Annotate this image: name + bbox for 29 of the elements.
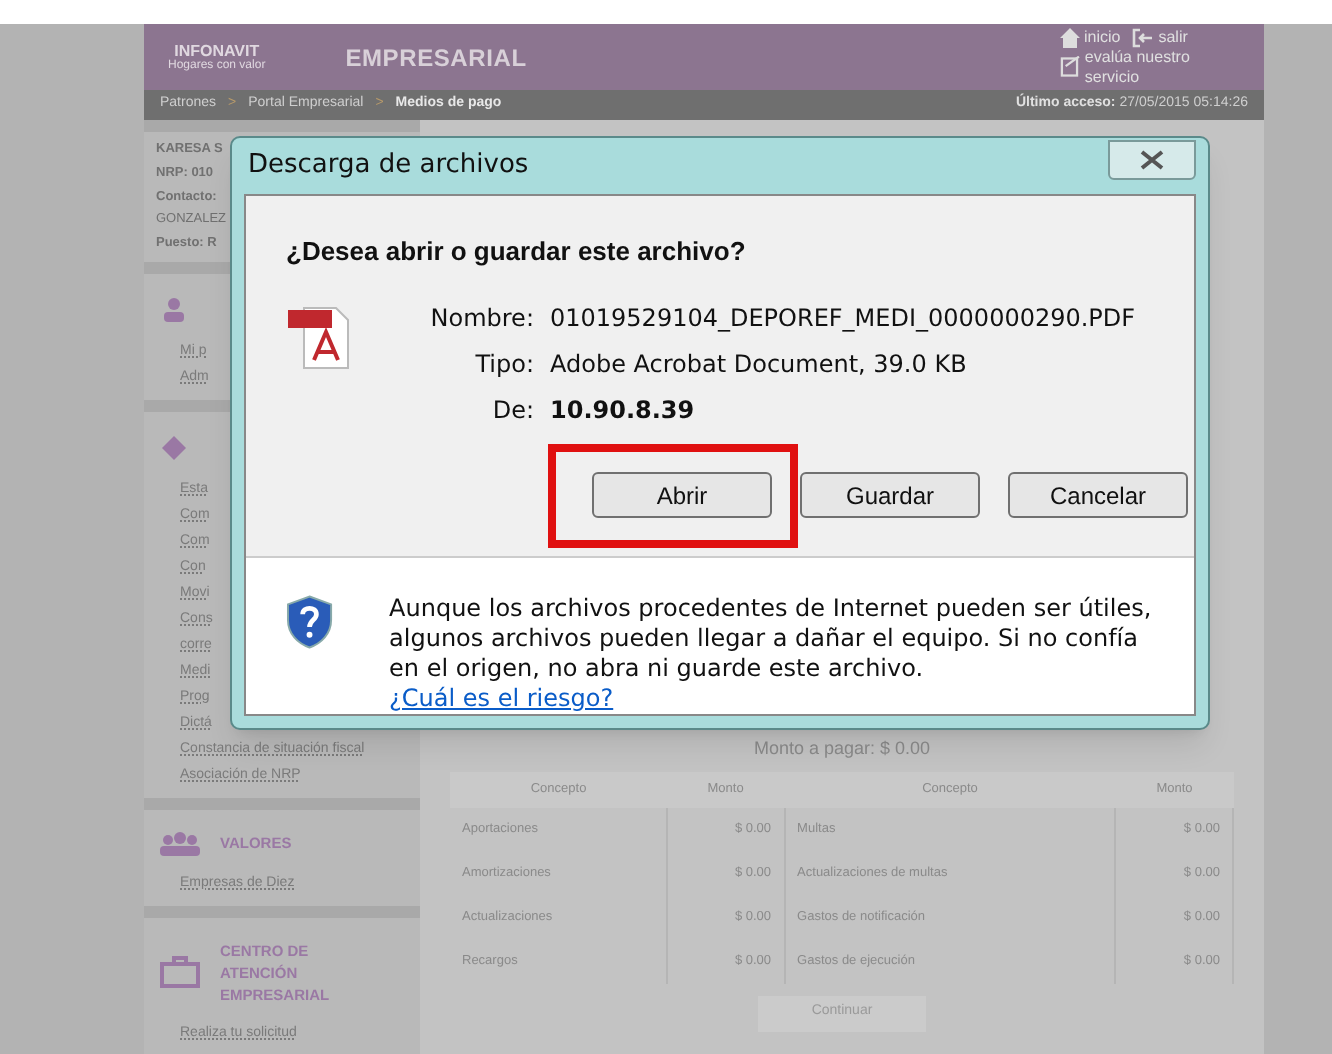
field-label: Tipo:: [473, 347, 534, 381]
logo-name: INFONAVIT: [174, 43, 260, 59]
exit-icon: [1132, 27, 1155, 47]
field-value: Adobe Acrobat Document, 39.0 KB: [550, 347, 969, 381]
briefcase-icon: [160, 956, 200, 989]
dialog-button[interactable]: Guardar: [800, 472, 980, 518]
dialog-question: ¿Desea abrir o guardar este archivo?: [286, 234, 748, 270]
field-label: Nombre:: [428, 301, 534, 335]
close-button[interactable]: [1108, 140, 1196, 180]
header-link[interactable]: salir: [1132, 27, 1188, 47]
risk-link[interactable]: ¿Cuál es el riesgo?: [389, 684, 614, 712]
portal-title: EMPRESARIAL: [345, 41, 527, 75]
person-icon: [160, 295, 188, 324]
field-value: 01019529104_DEPOREF_MEDI_0000000290.PDF: [550, 301, 1136, 335]
dialog-button[interactable]: Cancelar: [1008, 472, 1188, 518]
clipboard-icon: [1060, 56, 1081, 78]
field-value: 10.90.8.39: [550, 393, 697, 427]
header-link[interactable]: inicio: [1060, 27, 1121, 47]
pdf-file-icon: [286, 303, 354, 371]
security-shield-icon: [286, 594, 334, 650]
home-icon: [1060, 27, 1080, 47]
people-icon: [160, 831, 200, 856]
dialog-title: Descarga de archivos: [248, 148, 529, 185]
field-label: De:: [490, 393, 534, 427]
amount-text: Monto a pagar: $ 0.00: [753, 736, 931, 762]
header-link[interactable]: evalúa nuestro servicio: [1060, 47, 1240, 87]
dialog-button[interactable]: Abrir: [592, 472, 772, 518]
close-icon: [1140, 150, 1164, 170]
warning-text: Aunque los archivos procedentes de Internet pueden ser útiles, algunos archivos pueden llegar a dañar el equipo. Si no confía en el origen, no abra ni guarde este archivo. ¿Cuál es el riesgo?: [389, 594, 1154, 714]
